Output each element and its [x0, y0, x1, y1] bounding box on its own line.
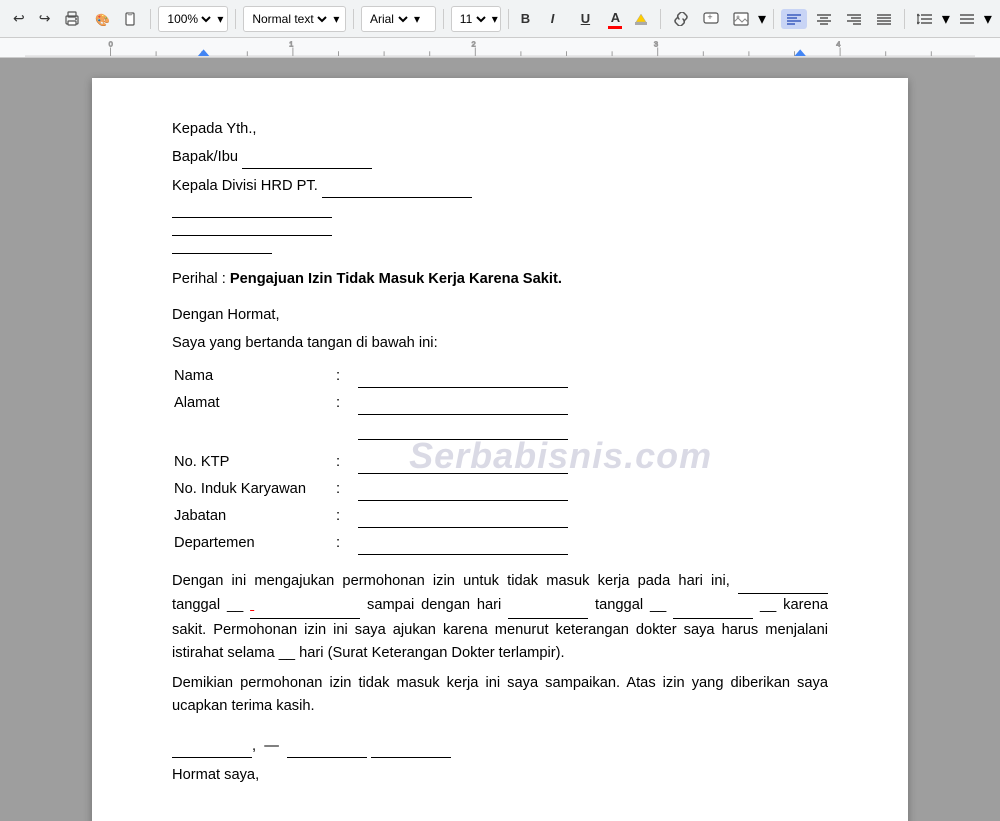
separator-3: [353, 9, 354, 29]
field-ktp: No. KTP :: [174, 445, 826, 475]
field-nip: No. Induk Karyawan :: [174, 477, 826, 502]
field-jabatan: Jabatan :: [174, 504, 826, 529]
align-left-button[interactable]: [781, 9, 807, 29]
underline-button[interactable]: U: [576, 8, 602, 29]
list-options-button[interactable]: [954, 9, 980, 29]
font-select-input[interactable]: Arial: [366, 11, 411, 27]
undo-button[interactable]: ↩: [8, 7, 30, 30]
svg-text:0: 0: [109, 40, 113, 49]
document-content[interactable]: Kepada Yth., Bapak/Ibu Kepala Divisi HRD…: [172, 118, 828, 821]
info-table: Nama : Alamat : No. KTP :: [172, 362, 828, 558]
redo-button[interactable]: ↪: [34, 7, 56, 30]
svg-text:2: 2: [472, 40, 476, 49]
paragraph-style-selector[interactable]: Normal text ▾: [243, 6, 346, 32]
document-area[interactable]: Serbabisnis.com Kepada Yth., Bapak/Ibu K…: [0, 58, 1000, 821]
zoom-select-input[interactable]: 100%: [163, 11, 214, 27]
align-right-button[interactable]: [841, 9, 867, 29]
separator-2: [235, 9, 236, 29]
document-page: Serbabisnis.com Kepada Yth., Bapak/Ibu K…: [92, 78, 908, 821]
insert-image-button[interactable]: [728, 9, 754, 29]
paint-format-button[interactable]: 🎨: [89, 8, 115, 30]
line-spacing-button[interactable]: [912, 9, 938, 29]
address-block: [172, 204, 828, 254]
toolbar: ↩ ↪ 🎨 100% ▾ Normal text ▾ Arial ▾ 11: [0, 0, 1000, 38]
link-button[interactable]: [668, 9, 694, 29]
separator-5: [508, 9, 509, 29]
font-selector[interactable]: Arial ▾: [361, 6, 436, 32]
closing-greeting: Hormat saya,: [172, 764, 828, 786]
text-color-button[interactable]: A: [606, 7, 625, 31]
body-paragraph-1: Dengan ini mengajukan permohonan izin un…: [172, 570, 828, 666]
separator-7: [773, 9, 774, 29]
size-select-input[interactable]: 11: [456, 11, 489, 27]
dengan-hormat: Dengan Hormat,: [172, 304, 828, 326]
separator-6: [660, 9, 661, 29]
highlight-button[interactable]: [629, 9, 653, 29]
clipboard-button[interactable]: [119, 9, 143, 29]
align-center-button[interactable]: [811, 9, 837, 29]
field-alamat: Alamat :: [174, 391, 826, 443]
recipient-line2: Kepala Divisi HRD PT.: [172, 175, 828, 198]
field-departemen: Departemen :: [174, 531, 826, 556]
style-select-input[interactable]: Normal text: [248, 11, 330, 27]
bold-button[interactable]: B: [516, 8, 542, 29]
print-button[interactable]: [59, 8, 85, 30]
intro-text: Saya yang bertanda tangan di bawah ini:: [172, 332, 828, 354]
recipient-line1: Bapak/Ibu: [172, 146, 828, 169]
italic-button[interactable]: I: [546, 8, 572, 29]
separator-8: [904, 9, 905, 29]
zoom-selector[interactable]: 100% ▾: [158, 6, 228, 32]
separator-4: [443, 9, 444, 29]
perihal-line: Perihal : Pengajuan Izin Tidak Masuk Ker…: [172, 268, 828, 290]
greeting-to: Kepada Yth.,: [172, 118, 828, 140]
separator-1: [150, 9, 151, 29]
field-nama: Nama :: [174, 364, 826, 389]
svg-text:🎨: 🎨: [95, 12, 110, 27]
ruler: 0 1 2 3 4: [0, 38, 1000, 58]
align-justify-button[interactable]: [871, 9, 897, 29]
insert-comment-button[interactable]: +: [698, 9, 724, 29]
date-line: , —: [172, 735, 828, 758]
svg-text:4: 4: [836, 40, 840, 49]
body-paragraph-2: Demikian permohonan izin tidak masuk ker…: [172, 672, 828, 719]
svg-text:3: 3: [654, 40, 658, 49]
svg-text:+: +: [707, 12, 712, 22]
svg-text:1: 1: [289, 40, 293, 49]
font-size-selector[interactable]: 11 ▾: [451, 6, 501, 32]
